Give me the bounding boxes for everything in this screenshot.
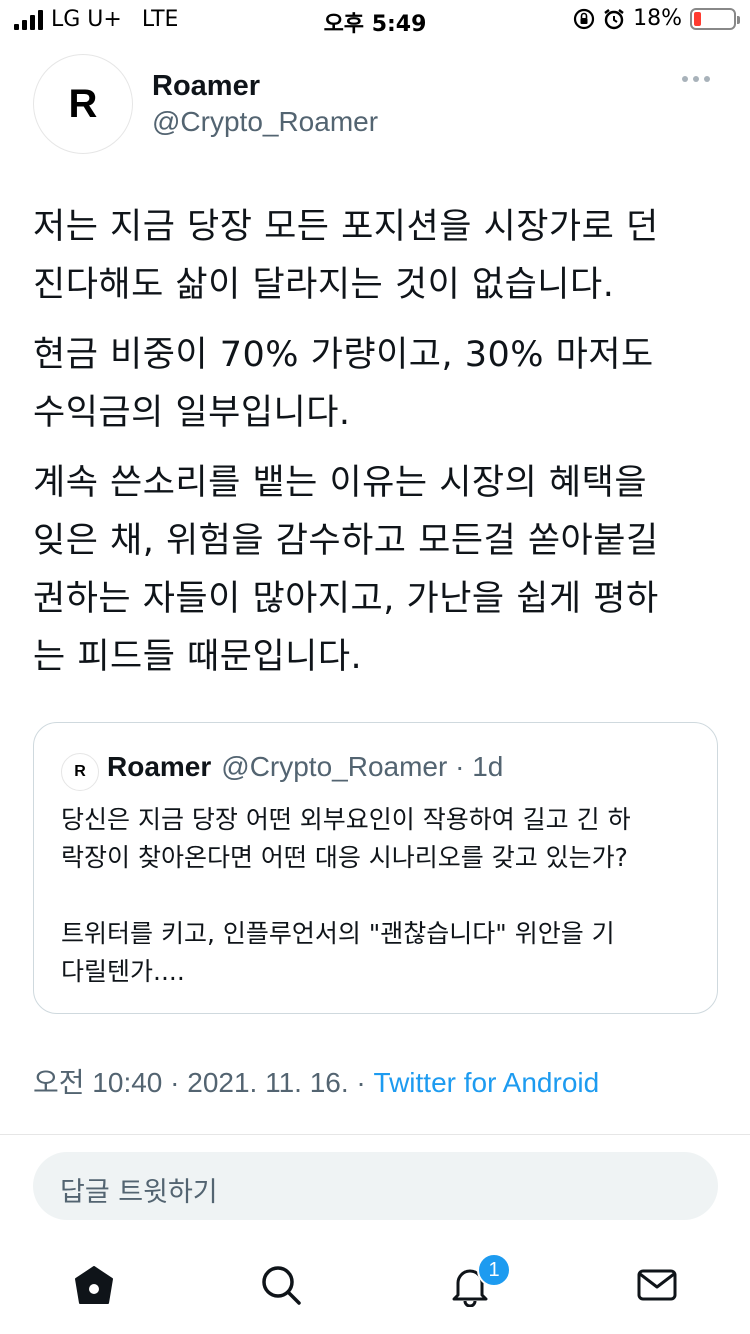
battery-icon <box>690 7 740 30</box>
quote-header: Roamer @Crypto_Roamer · 1d <box>107 751 503 783</box>
messages-icon <box>637 1269 677 1301</box>
battery-level <box>694 11 701 26</box>
home-icon <box>75 1266 113 1304</box>
quote-paragraph: 당신은 지금 당장 어떤 외부요인이 작용하여 길고 긴 하 락장이 찾아온다면… <box>61 805 631 872</box>
avatar[interactable]: R <box>33 54 133 154</box>
nav-search[interactable] <box>251 1245 311 1325</box>
nav-messages[interactable] <box>627 1245 687 1325</box>
tweet-paragraph: 저는 지금 당장 모든 포지션을 시장가로 던 진다해도 삶이 달라지는 것이 … <box>33 207 659 305</box>
quote-text: 당신은 지금 당장 어떤 외부요인이 작용하여 길고 긴 하 락장이 찾아온다면… <box>61 801 701 991</box>
tweet-paragraph: 계속 쓴소리를 뱉는 이유는 시장의 혜택을 잊은 채, 위험을 감수하고 모든… <box>33 463 659 677</box>
quote-author-name: Roamer <box>107 751 212 782</box>
alarm-icon <box>604 8 624 29</box>
quote-meta: @Crypto_Roamer · 1d <box>221 751 504 782</box>
more-options-icon[interactable] <box>682 76 710 82</box>
bottom-nav: 1 <box>0 1245 750 1325</box>
search-icon <box>262 1266 301 1305</box>
notification-badge: 1 <box>477 1253 511 1287</box>
quoted-tweet[interactable]: R Roamer @Crypto_Roamer · 1d 당신은 지금 당장 어… <box>33 722 718 1014</box>
battery-percent: 18% <box>633 6 682 31</box>
status-bar: LG U+ LTE 오후 5:49 18% <box>0 0 750 40</box>
tweet-timestamp: 오전 10:40 · 2021. 11. 16. · <box>33 1067 374 1098</box>
tweet-paragraph: 현금 비중이 70% 가량이고, 30% 마저도 수익금의 일부입니다. <box>33 335 654 433</box>
nav-home[interactable] <box>64 1245 124 1325</box>
tweet-source-link[interactable]: Twitter for Android <box>374 1067 600 1098</box>
tweet-text: 저는 지금 당장 모든 포지션을 시장가로 던 진다해도 삶이 달라지는 것이 … <box>33 198 723 698</box>
author-name[interactable]: Roamer <box>152 70 260 103</box>
status-right: 18% <box>573 6 740 31</box>
tweet-meta: 오전 10:40 · 2021. 11. 16. · Twitter for A… <box>33 1061 599 1101</box>
author-handle[interactable]: @Crypto_Roamer <box>152 106 378 138</box>
reply-input[interactable]: 답글 트윗하기 <box>33 1152 718 1220</box>
reply-placeholder: 답글 트윗하기 <box>60 1177 218 1208</box>
quote-paragraph: 트위터를 키고, 인플루언서의 "괜찮습니다" 위안을 기 다릴텐가.... <box>61 919 615 986</box>
rotation-lock-icon <box>573 8 595 29</box>
quote-avatar: R <box>61 753 99 791</box>
divider <box>0 1134 750 1135</box>
